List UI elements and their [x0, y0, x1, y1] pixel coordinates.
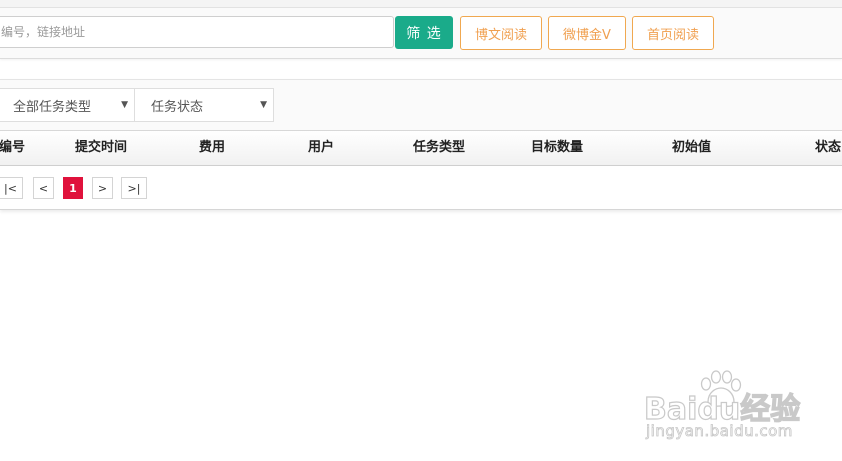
page-button-current[interactable]: 1 [63, 177, 83, 199]
weibo-gold-v-button[interactable]: 微博金V [548, 16, 626, 50]
task-status-value: 任务状态 [151, 99, 204, 115]
watermark-url: jingyan.baidu.com [646, 422, 793, 441]
chevron-down-icon: ▼ [260, 100, 267, 110]
prev-page-button[interactable]: < [33, 177, 54, 199]
column-header-target-count: 目标数量 [531, 140, 584, 155]
chevron-down-icon: ▼ [121, 100, 128, 110]
column-header-submit-time: 提交时间 [75, 140, 128, 155]
search-input[interactable] [0, 16, 394, 48]
task-status-select[interactable]: 任务状态 ▼ [134, 88, 274, 122]
page: 筛 选 博文阅读 微博金V 首页阅读 全部任务类型 ▼ 任务状态 ▼ 编号 提交… [0, 0, 842, 461]
search-panel: 筛 选 博文阅读 微博金V 首页阅读 [0, 8, 842, 59]
last-page-button[interactable]: >| [121, 177, 147, 199]
column-header-cost: 费用 [199, 140, 226, 155]
task-type-select[interactable]: 全部任务类型 ▼ [0, 88, 135, 122]
column-header-status: 状态 [815, 140, 842, 155]
column-header-initial-value: 初始值 [672, 140, 712, 155]
first-page-button[interactable]: |< [0, 177, 23, 199]
weibo-read-button[interactable]: 博文阅读 [460, 16, 542, 50]
filter-row: 全部任务类型 ▼ 任务状态 ▼ [0, 80, 842, 131]
filter-button[interactable]: 筛 选 [395, 16, 453, 49]
table-header: 编号 提交时间 费用 用户 任务类型 目标数量 初始值 状态 [0, 131, 842, 166]
top-strip [0, 0, 842, 8]
column-header-task-type: 任务类型 [413, 140, 466, 155]
column-header-id: 编号 [0, 140, 26, 155]
pagination: |< < 1 > >| [0, 176, 842, 200]
baidu-jingyan-watermark: Baidu经验 jingyan.baidu.com [643, 370, 834, 442]
task-table-panel: 全部任务类型 ▼ 任务状态 ▼ 编号 提交时间 费用 用户 任务类型 目标数量 … [0, 79, 842, 210]
home-read-button[interactable]: 首页阅读 [632, 16, 714, 50]
column-header-user: 用户 [308, 140, 335, 155]
next-page-button[interactable]: > [92, 177, 113, 199]
task-type-value: 全部任务类型 [13, 99, 92, 115]
